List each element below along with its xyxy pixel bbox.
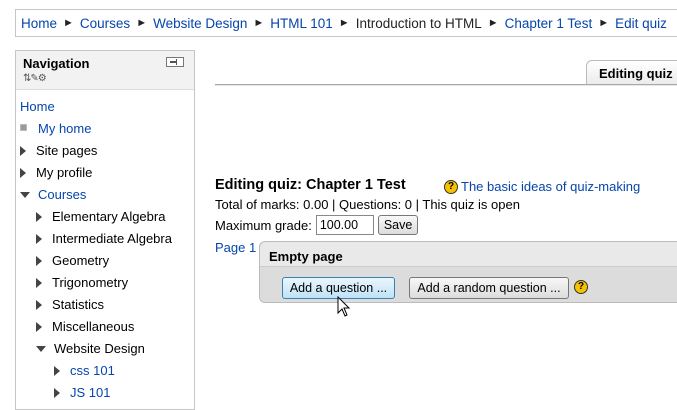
- breadcrumb-separator: ►: [598, 17, 610, 29]
- help-row: ? The basic ideas of quiz-making: [444, 179, 640, 194]
- breadcrumb-item[interactable]: HTML 101: [270, 16, 333, 31]
- nav-item[interactable]: Courses: [20, 185, 86, 205]
- nav-item[interactable]: My profile: [20, 163, 92, 183]
- breadcrumb-separator: ►: [338, 17, 350, 29]
- collapse-arrow-icon[interactable]: [36, 346, 46, 352]
- nav-item[interactable]: My home: [20, 119, 91, 139]
- breadcrumb-separator: ►: [253, 17, 265, 29]
- nav-item-label: My profile: [36, 165, 93, 180]
- nav-item-label: Intermediate Algebra: [52, 231, 172, 246]
- nav-item-label: css 101: [70, 363, 115, 378]
- expand-arrow-icon[interactable]: [20, 146, 26, 156]
- expand-arrow-icon[interactable]: [36, 322, 42, 332]
- breadcrumb-item[interactable]: Website Design: [153, 16, 247, 31]
- nav-item-label: Statistics: [52, 297, 105, 312]
- expand-arrow-icon[interactable]: [36, 278, 42, 288]
- collapse-arrow-icon[interactable]: [20, 192, 30, 198]
- nav-item-label: Geometry: [52, 253, 110, 268]
- max-grade-input[interactable]: [315, 215, 374, 235]
- breadcrumb-item[interactable]: Chapter 1 Test: [505, 16, 593, 31]
- breadcrumb-item: Introduction to HTML: [355, 15, 482, 31]
- breadcrumb-item[interactable]: Home: [21, 16, 57, 31]
- navigation-title: Navigation: [23, 56, 90, 71]
- breadcrumb: Home ► Courses ► Website Design ► HTML 101 ► Int…: [15, 9, 677, 37]
- nav-item[interactable]: Miscellaneous: [36, 317, 134, 337]
- nav-item-label: Home: [20, 99, 55, 114]
- help-icon[interactable]: ?: [444, 179, 458, 194]
- nav-item[interactable]: Geometry: [36, 251, 109, 271]
- nav-item[interactable]: Trigonometry: [36, 273, 128, 293]
- help-icon[interactable]: ?: [574, 280, 588, 294]
- breadcrumb-separator: ►: [487, 17, 499, 29]
- quiz-summary: Total of marks: 0.00 | Questions: 0 | Th…: [215, 197, 520, 212]
- navigation-block: Navigation ⇅✎⚙ Home My home Site pages My p…: [15, 50, 195, 410]
- nav-item[interactable]: Home: [20, 97, 55, 117]
- page-title: Editing quiz: Chapter 1 Test: [215, 177, 406, 193]
- nav-item[interactable]: JS 101: [54, 383, 110, 403]
- nav-item-label: JS 101: [70, 385, 111, 400]
- quiz-page-box: Empty page Add a question ... Add a rand…: [259, 241, 677, 303]
- breadcrumb-item[interactable]: Edit quiz: [615, 16, 667, 31]
- tab-editing-quiz[interactable]: Editing quiz: [586, 60, 677, 84]
- max-grade-row: Maximum grade: Save: [215, 215, 419, 235]
- navigation-header: Navigation ⇅✎⚙: [16, 51, 194, 90]
- expand-arrow-icon[interactable]: [36, 256, 42, 266]
- nav-item[interactable]: Elementary Algebra: [36, 207, 165, 227]
- nav-item-label: Website Design: [54, 341, 145, 356]
- nav-item[interactable]: Statistics: [36, 295, 104, 315]
- tab-divider-shadow: [215, 85, 677, 86]
- nav-item[interactable]: Website Design: [36, 339, 145, 359]
- page-title-bar: Empty page: [260, 242, 677, 267]
- expand-arrow-icon[interactable]: [54, 388, 60, 398]
- quiz-making-help-link[interactable]: The basic ideas of quiz-making: [461, 179, 640, 194]
- add-random-question-button[interactable]: Add a random question ...: [409, 277, 569, 299]
- nav-item-label: Trigonometry: [52, 275, 129, 290]
- block-move-icon[interactable]: ⇅✎⚙: [23, 73, 47, 84]
- nav-item-label: Elementary Algebra: [52, 209, 166, 224]
- nav-item-label: Site pages: [36, 143, 98, 158]
- nav-item[interactable]: css 101: [54, 361, 115, 381]
- expand-arrow-icon[interactable]: [20, 168, 26, 178]
- breadcrumb-separator: ►: [63, 17, 74, 29]
- nav-item-label: Miscellaneous: [52, 319, 135, 334]
- mouse-pointer-icon: [337, 296, 351, 317]
- nav-item[interactable]: Site pages: [20, 141, 97, 161]
- nav-item[interactable]: Intermediate Algebra: [36, 229, 172, 249]
- expand-arrow-icon[interactable]: [36, 212, 42, 222]
- expand-arrow-icon[interactable]: [36, 300, 42, 310]
- expand-arrow-icon[interactable]: [54, 366, 60, 376]
- nav-item-label: Courses: [38, 187, 87, 202]
- expand-arrow-icon[interactable]: [36, 234, 42, 244]
- bullet-icon: [20, 124, 27, 131]
- breadcrumb-separator: ►: [136, 17, 148, 29]
- page-1-link[interactable]: Page 1: [215, 240, 256, 255]
- nav-item-label: My home: [38, 121, 92, 136]
- save-button[interactable]: Save: [377, 215, 419, 235]
- max-grade-label: Maximum grade:: [215, 217, 312, 233]
- dock-block-icon[interactable]: [166, 57, 184, 67]
- breadcrumb-item[interactable]: Courses: [80, 16, 130, 31]
